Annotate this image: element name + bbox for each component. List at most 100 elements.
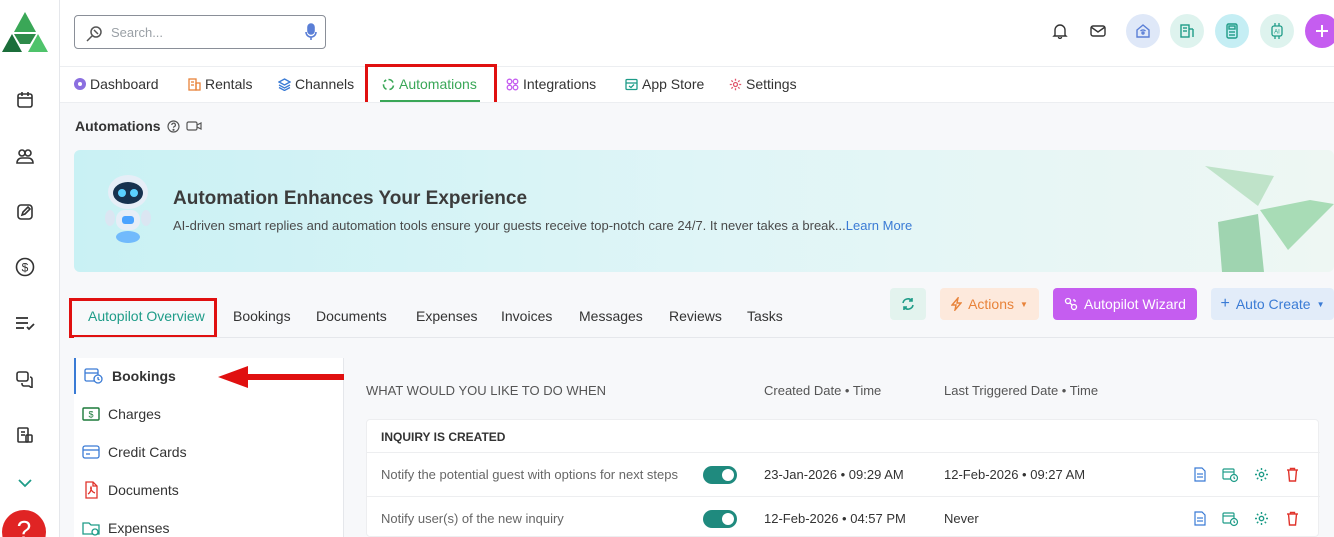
- column-header-triggered[interactable]: Last Triggered Date • Time: [944, 383, 1098, 398]
- column-header-created[interactable]: Created Date • Time: [764, 383, 881, 398]
- group-title: INQUIRY IS CREATED: [381, 430, 506, 444]
- created-datetime: 12-Feb-2026 • 04:57 PM: [764, 511, 906, 526]
- nav-integrations[interactable]: Integrations: [506, 74, 596, 94]
- calendar-clock-icon: [84, 368, 103, 384]
- messages-icon[interactable]: [14, 368, 36, 390]
- tab-bookings[interactable]: Bookings: [233, 308, 291, 324]
- nav-dashboard[interactable]: Dashboard: [74, 74, 159, 94]
- gear-icon[interactable]: [1253, 510, 1270, 527]
- video-icon[interactable]: [185, 120, 202, 132]
- table-row: Notify the potential guest with options …: [367, 453, 1320, 497]
- tab-messages[interactable]: Messages: [579, 308, 643, 324]
- banner-title: Automation Enhances Your Experience: [173, 188, 528, 209]
- automation-banner: Automation Enhances Your Experience AI-d…: [74, 150, 1334, 272]
- refresh-button[interactable]: [890, 288, 926, 320]
- calendar-clock-icon[interactable]: [1222, 466, 1239, 483]
- banner-text: AI-driven smart replies and automation t…: [173, 218, 912, 233]
- guests-icon[interactable]: [14, 145, 36, 167]
- home-wifi-icon[interactable]: [1126, 14, 1160, 48]
- calendar-icon[interactable]: [14, 89, 36, 111]
- enable-toggle[interactable]: [703, 510, 737, 528]
- mail-icon[interactable]: [1081, 14, 1115, 48]
- tab-invoices[interactable]: Invoices: [501, 308, 552, 324]
- category-charges[interactable]: $ Charges: [74, 396, 344, 432]
- header-divider: [60, 66, 1334, 67]
- last-triggered-datetime: 12-Feb-2026 • 09:27 AM: [944, 467, 1086, 482]
- building-stats-icon[interactable]: [1170, 14, 1204, 48]
- nav-app-store-label: App Store: [642, 76, 705, 92]
- dollar-bill-icon: $: [82, 407, 100, 421]
- help-button[interactable]: ?: [2, 510, 46, 537]
- column-header-what: WHAT WOULD YOU LIKE TO DO WHEN: [366, 383, 607, 398]
- svg-text:$: $: [22, 261, 29, 275]
- category-documents[interactable]: Documents: [74, 472, 344, 508]
- autopilot-wizard-button[interactable]: Autopilot Wizard: [1053, 288, 1197, 320]
- pdf-icon: [85, 481, 98, 499]
- left-rail: $ ?: [0, 0, 60, 537]
- microphone-icon[interactable]: [305, 23, 317, 46]
- category-credit-cards[interactable]: Credit Cards: [74, 434, 344, 470]
- autopilot-wizard-label: Autopilot Wizard: [1084, 296, 1186, 312]
- document-icon[interactable]: [1191, 466, 1208, 483]
- document-icon[interactable]: [1191, 510, 1208, 527]
- trash-icon[interactable]: [1284, 510, 1301, 527]
- bell-icon[interactable]: [1043, 14, 1077, 48]
- app-logo[interactable]: [2, 10, 48, 54]
- search-input[interactable]: [111, 22, 291, 42]
- nav-channels[interactable]: Channels: [278, 74, 354, 94]
- reports-icon[interactable]: [14, 424, 36, 446]
- ai-chip-icon[interactable]: AI: [1260, 14, 1294, 48]
- page-title: Automations: [75, 118, 161, 134]
- gear-icon: [729, 78, 742, 90]
- nav-dashboard-label: Dashboard: [90, 76, 159, 92]
- svg-text:AI: AI: [1274, 30, 1280, 36]
- row-actions: [1191, 466, 1301, 483]
- tab-tasks[interactable]: Tasks: [747, 308, 783, 324]
- caret-down-icon: ▼: [1316, 299, 1325, 309]
- enable-toggle[interactable]: [703, 466, 737, 484]
- nav-settings[interactable]: Settings: [729, 74, 797, 94]
- row-description: Notify the potential guest with options …: [381, 467, 679, 482]
- add-icon[interactable]: [1305, 14, 1334, 48]
- gear-icon[interactable]: [1253, 466, 1270, 483]
- building-icon: [188, 77, 201, 91]
- auto-create-button[interactable]: + Auto Create ▼: [1211, 288, 1334, 320]
- actions-button[interactable]: Actions ▼: [940, 288, 1039, 320]
- row-actions: [1191, 510, 1301, 527]
- category-expenses[interactable]: Expenses: [74, 510, 344, 537]
- app-root: $ ? AI: [0, 0, 1334, 537]
- tasks-icon[interactable]: [14, 312, 36, 334]
- tab-expenses[interactable]: Expenses: [416, 308, 477, 324]
- caret-down-icon: ▼: [1020, 299, 1028, 309]
- dollar-icon[interactable]: $: [14, 256, 36, 278]
- layers-icon: [278, 77, 291, 91]
- credit-card-icon: [82, 445, 100, 459]
- calendar-clock-icon[interactable]: [1222, 510, 1239, 527]
- lightning-icon: [951, 297, 963, 311]
- banner-description: AI-driven smart replies and automation t…: [173, 218, 846, 233]
- svg-text:$: $: [88, 410, 93, 420]
- pointer-arrow: [218, 366, 348, 388]
- store-icon: [625, 78, 638, 90]
- trash-icon[interactable]: [1284, 466, 1301, 483]
- nav-integrations-label: Integrations: [523, 76, 597, 92]
- table-row: Notify user(s) of the new inquiry 12-Feb…: [367, 497, 1320, 537]
- tab-reviews[interactable]: Reviews: [669, 308, 722, 324]
- edit-icon[interactable]: [14, 201, 36, 223]
- nav-rentals[interactable]: Rentals: [188, 74, 252, 94]
- chevron-down-icon[interactable]: [14, 472, 36, 494]
- calculator-icon[interactable]: [1215, 14, 1249, 48]
- puzzle-icon: [506, 78, 519, 90]
- learn-more-link[interactable]: Learn More: [846, 218, 912, 233]
- nav-rentals-label: Rentals: [205, 76, 253, 92]
- folder-clock-icon: [82, 522, 100, 536]
- nav-app-store[interactable]: App Store: [625, 74, 704, 94]
- help-circle-icon[interactable]: [166, 119, 180, 133]
- created-datetime: 23-Jan-2026 • 09:29 AM: [764, 467, 904, 482]
- page-title-row: Automations: [75, 118, 202, 134]
- refresh-icon: [902, 298, 914, 310]
- nav-settings-label: Settings: [746, 76, 797, 92]
- tab-documents[interactable]: Documents: [316, 308, 387, 324]
- search-box[interactable]: [74, 15, 326, 49]
- row-description: Notify user(s) of the new inquiry: [381, 511, 564, 526]
